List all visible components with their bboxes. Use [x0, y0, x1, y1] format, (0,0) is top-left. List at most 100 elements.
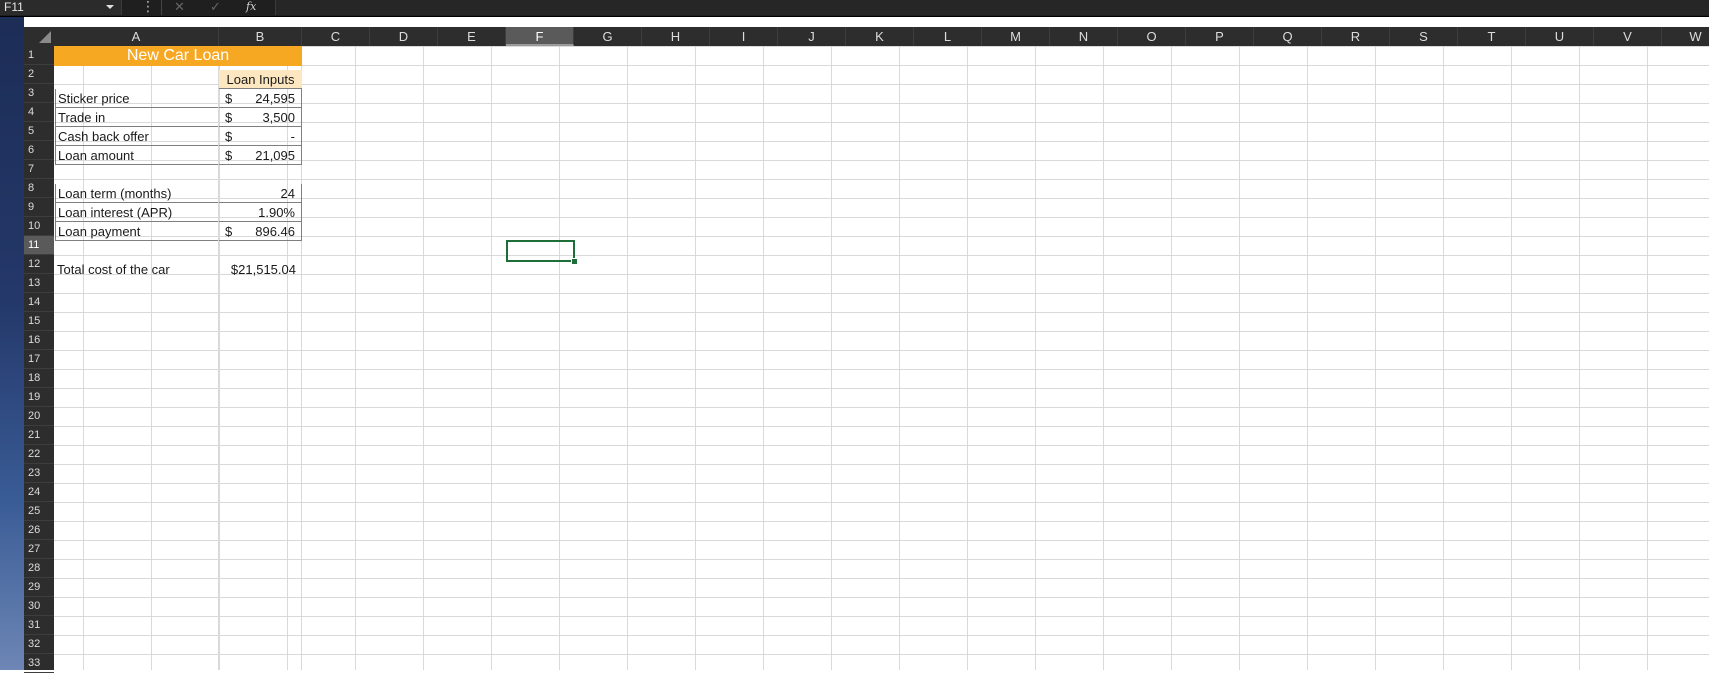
currency-symbol: $	[225, 129, 233, 144]
row-label[interactable]: Loan payment	[55, 222, 218, 241]
desktop-background	[0, 0, 24, 670]
row-label[interactable]: Total cost of the car	[55, 260, 218, 279]
row-label[interactable]: Sticker price	[55, 89, 218, 108]
insert-function-icon[interactable]: fx	[246, 0, 256, 14]
sheet-title-cell[interactable]: New Car Loan	[54, 46, 302, 66]
row-value: 24	[280, 186, 295, 201]
row-header-23[interactable]: 23	[24, 464, 54, 483]
row-header-4[interactable]: 4	[24, 103, 54, 122]
column-header-v[interactable]: V	[1594, 27, 1662, 46]
row-header-7[interactable]: 7	[24, 160, 54, 179]
chevron-down-icon[interactable]	[106, 5, 114, 9]
row-header-11[interactable]: 11	[24, 236, 54, 255]
cell-grid[interactable]	[54, 46, 1709, 670]
row-label[interactable]: Loan interest (APR)	[55, 203, 218, 222]
column-header-o[interactable]: O	[1118, 27, 1186, 46]
row-header-2[interactable]: 2	[24, 65, 54, 84]
row-value: 1.90%	[258, 205, 295, 220]
row-label[interactable]: Loan term (months)	[55, 184, 218, 203]
formula-bar-divider	[161, 0, 162, 15]
row-header-31[interactable]: 31	[24, 616, 54, 635]
column-header-u[interactable]: U	[1526, 27, 1594, 46]
row-header-20[interactable]: 20	[24, 407, 54, 426]
row-header-33[interactable]: 33	[24, 654, 54, 673]
row-value-cell[interactable]: $ -	[219, 127, 302, 146]
row-header-22[interactable]: 22	[24, 445, 54, 464]
column-header-w[interactable]: W	[1662, 27, 1709, 46]
column-header-k[interactable]: K	[846, 27, 914, 46]
row-header-29[interactable]: 29	[24, 578, 54, 597]
row-header-26[interactable]: 26	[24, 521, 54, 540]
column-header-m[interactable]: M	[982, 27, 1050, 46]
row-header-13[interactable]: 13	[24, 274, 54, 293]
row-value-cell[interactable]: $896.46	[219, 222, 302, 241]
currency-symbol: $	[225, 224, 233, 239]
formula-bar: F11 ⋮ ✕ ✓ fx	[0, 0, 1709, 17]
row-header-24[interactable]: 24	[24, 483, 54, 502]
row-header-14[interactable]: 14	[24, 293, 54, 312]
row-value-cell[interactable]: $24,595	[219, 89, 302, 108]
row-header-16[interactable]: 16	[24, 331, 54, 350]
row-header-25[interactable]: 25	[24, 502, 54, 521]
column-header-j[interactable]: J	[778, 27, 846, 46]
row-header-28[interactable]: 28	[24, 559, 54, 578]
row-header-5[interactable]: 5	[24, 122, 54, 141]
column-header-f[interactable]: F	[506, 27, 574, 46]
column-header-i[interactable]: I	[710, 27, 778, 46]
column-header-g[interactable]: G	[574, 27, 642, 46]
column-header-a[interactable]: A	[54, 27, 219, 46]
column-header-h[interactable]: H	[642, 27, 710, 46]
row-header-1[interactable]: 1	[24, 46, 54, 65]
row-value: -	[290, 129, 295, 144]
row-value: 896.46	[255, 224, 295, 239]
loan-inputs-header[interactable]: Loan Inputs	[219, 70, 302, 89]
enter-check-icon[interactable]: ✓	[210, 0, 221, 14]
row-header-17[interactable]: 17	[24, 350, 54, 369]
row-label[interactable]: Loan amount	[55, 146, 218, 165]
row-header-32[interactable]: 32	[24, 635, 54, 654]
fill-handle[interactable]	[571, 258, 578, 265]
more-options-icon[interactable]: ⋮	[141, 0, 155, 13]
row-header-15[interactable]: 15	[24, 312, 54, 331]
row-label[interactable]: Cash back offer	[55, 127, 218, 146]
column-header-b[interactable]: B	[219, 27, 302, 46]
row-header-6[interactable]: 6	[24, 141, 54, 160]
row-value-cell[interactable]: 24	[219, 184, 302, 203]
row-header-27[interactable]: 27	[24, 540, 54, 559]
row-header-21[interactable]: 21	[24, 426, 54, 445]
row-header-18[interactable]: 18	[24, 369, 54, 388]
cancel-icon[interactable]: ✕	[174, 0, 185, 14]
active-cell-selection[interactable]	[506, 240, 575, 262]
row-header-19[interactable]: 19	[24, 388, 54, 407]
row-value-cell[interactable]: $3,500	[219, 108, 302, 127]
select-all-triangle-icon[interactable]	[39, 31, 51, 43]
column-header-l[interactable]: L	[914, 27, 982, 46]
row-label[interactable]: Trade in	[55, 108, 218, 127]
row-header-30[interactable]: 30	[24, 597, 54, 616]
row-header-10[interactable]: 10	[24, 217, 54, 236]
currency-symbol: $	[225, 110, 233, 125]
column-header-t[interactable]: T	[1458, 27, 1526, 46]
row-header-3[interactable]: 3	[24, 84, 54, 103]
row-value-cell[interactable]: $21,095	[219, 146, 302, 165]
column-header-e[interactable]: E	[438, 27, 506, 46]
column-header-d[interactable]: D	[370, 27, 438, 46]
row-value: 21,095	[255, 148, 295, 163]
row-value-cell[interactable]: 1.90%	[219, 203, 302, 222]
row-header-12[interactable]: 12	[24, 255, 54, 274]
name-box-value: F11	[4, 0, 24, 14]
column-header-c[interactable]: C	[302, 27, 370, 46]
column-header-p[interactable]: P	[1186, 27, 1254, 46]
column-header-r[interactable]: R	[1322, 27, 1390, 46]
row-header-8[interactable]: 8	[24, 179, 54, 198]
column-header-q[interactable]: Q	[1254, 27, 1322, 46]
currency-symbol: $	[225, 91, 233, 106]
row-value-cell[interactable]: $21,515.04	[219, 260, 302, 279]
row-value: 3,500	[262, 110, 295, 125]
row-header-9[interactable]: 9	[24, 198, 54, 217]
name-box[interactable]: F11	[0, 0, 122, 15]
column-header-s[interactable]: S	[1390, 27, 1458, 46]
column-header-n[interactable]: N	[1050, 27, 1118, 46]
row-value: $21,515.04	[230, 262, 296, 277]
formula-input[interactable]	[275, 0, 1709, 15]
